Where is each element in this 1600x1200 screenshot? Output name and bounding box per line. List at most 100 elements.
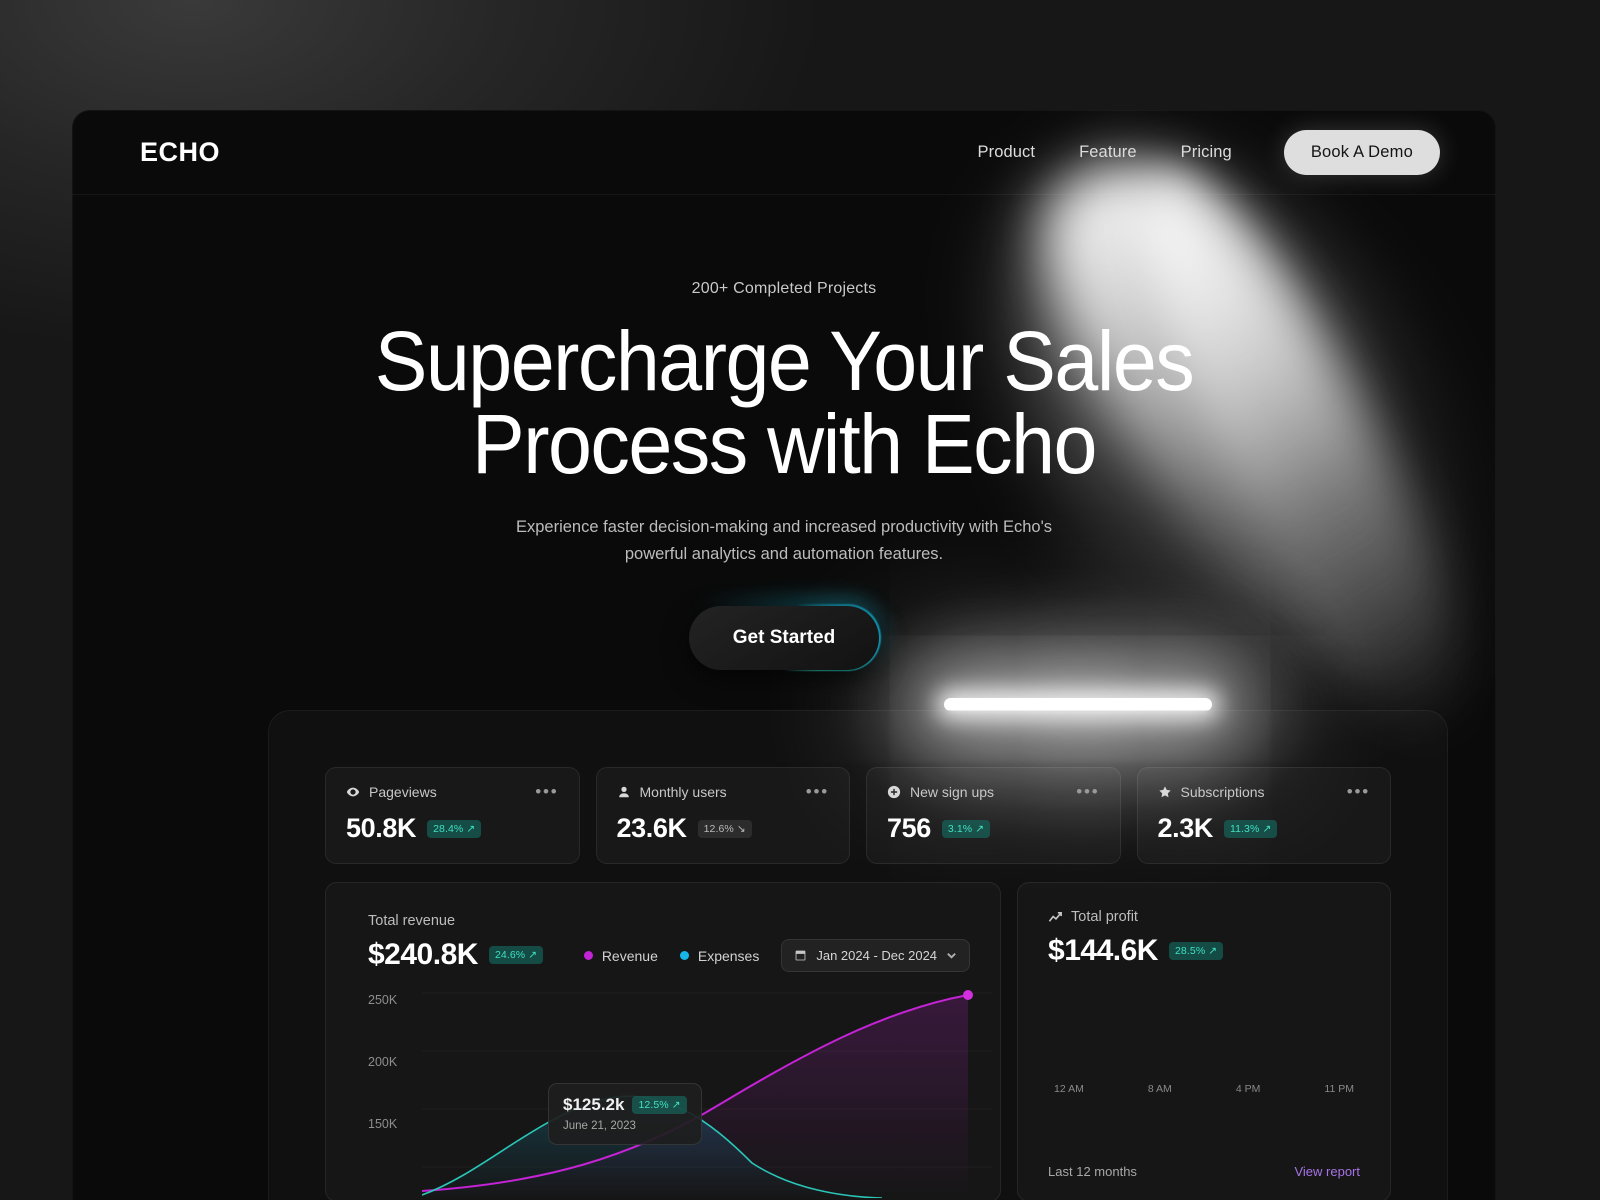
date-range-label: Jan 2024 - Dec 2024 bbox=[816, 948, 938, 963]
headline-line-1: Supercharge Your Sales bbox=[374, 314, 1195, 408]
tooltip-value: $125.2k bbox=[563, 1095, 625, 1114]
trend-down-arrow-icon: ↘ bbox=[736, 822, 746, 835]
dashboard-preview: Pageviews ••• 50.8K 28.4% ↗ Monthly user… bbox=[268, 710, 1448, 1200]
stat-label-text: Monthly users bbox=[639, 784, 727, 800]
revenue-delta-badge: 24.6% ↗ bbox=[488, 946, 544, 964]
tooltip-delta-value: 12.5% bbox=[638, 1099, 669, 1111]
revenue-delta-value: 24.6% bbox=[494, 949, 526, 961]
revenue-legend: Revenue Expenses Jan 2024 - Dec 2024 bbox=[583, 939, 971, 972]
line-chart-icon bbox=[1048, 911, 1062, 922]
trend-up-arrow-icon: ↗ bbox=[1262, 822, 1272, 835]
tooltip-value-row: $125.2k 12.5% ↗ bbox=[563, 1095, 687, 1115]
stat-card-header: Pageviews ••• bbox=[346, 783, 559, 800]
stat-card-monthly-users[interactable]: Monthly users ••• 23.6K 12.6% ↘ bbox=[595, 767, 850, 864]
stat-value-row: 50.8K 28.4% ↗ bbox=[346, 813, 559, 844]
view-report-link[interactable]: View report bbox=[1294, 1164, 1360, 1179]
profit-bar-chart bbox=[1048, 990, 1360, 1074]
legend-dot-revenue bbox=[583, 951, 593, 960]
hero-section: 200+ Completed Projects Supercharge Your… bbox=[72, 194, 1496, 670]
stat-delta-badge: 12.6% ↘ bbox=[697, 819, 752, 838]
stat-delta-value: 28.4% bbox=[433, 822, 464, 835]
hero-cta-wrap: Get Started bbox=[72, 605, 1496, 670]
nav-link-product[interactable]: Product bbox=[978, 143, 1036, 162]
x-axis-tick: 11 PM bbox=[1324, 1083, 1354, 1095]
stat-menu-button[interactable]: ••• bbox=[1076, 783, 1099, 800]
top-navbar: ECHO Product Feature Pricing Book A Demo bbox=[72, 110, 1496, 194]
revenue-panel-header: Total revenue $240.8K 24.6% ↗ Revenue Ex… bbox=[368, 913, 971, 972]
navbar-divider bbox=[72, 194, 1496, 195]
stat-delta-value: 11.3% bbox=[1229, 822, 1260, 835]
stat-card-pageviews[interactable]: Pageviews ••• 50.8K 28.4% ↗ bbox=[325, 767, 580, 864]
profit-total-value: $144.6K bbox=[1048, 934, 1158, 967]
chevron-down-icon bbox=[947, 953, 956, 959]
stat-delta-badge: 11.3% ↗ bbox=[1223, 819, 1278, 838]
legend-label-expenses: Expenses bbox=[697, 947, 760, 964]
stat-card-subscriptions[interactable]: Subscriptions ••• 2.3K 11.3% ↗ bbox=[1136, 767, 1391, 864]
stat-value: 756 bbox=[887, 813, 931, 843]
nav-link-pricing[interactable]: Pricing bbox=[1181, 143, 1232, 162]
tooltip-date: June 21, 2023 bbox=[563, 1120, 636, 1132]
stat-value: 23.6K bbox=[616, 813, 687, 843]
nav-links: Product Feature Pricing Book A Demo bbox=[978, 129, 1440, 175]
x-axis-tick: 8 AM bbox=[1147, 1083, 1172, 1095]
profit-delta-value: 28.5% bbox=[1174, 945, 1206, 957]
stat-menu-button[interactable]: ••• bbox=[1347, 783, 1370, 800]
calendar-icon bbox=[795, 950, 806, 961]
y-axis-tick: 150K bbox=[368, 1117, 398, 1131]
stat-value: 50.8K bbox=[346, 813, 417, 843]
stat-card-header: Monthly users ••• bbox=[617, 783, 830, 800]
legend-dot-expenses bbox=[679, 951, 689, 960]
hero-headline: Supercharge Your Sales Process with Echo bbox=[115, 319, 1454, 492]
profit-x-axis: 12 AM 8 AM 4 PM 11 PM bbox=[1048, 1083, 1360, 1095]
screenshot-root: ECHO Product Feature Pricing Book A Demo… bbox=[0, 0, 1600, 1200]
revenue-value-row: $240.8K 24.6% ↗ bbox=[368, 938, 544, 972]
stat-label-wrap: Pageviews bbox=[346, 784, 437, 800]
stat-card-new-sign-ups[interactable]: New sign ups ••• 756 3.1% ↗ bbox=[866, 767, 1121, 864]
total-revenue-panel: Total revenue $240.8K 24.6% ↗ Revenue Ex… bbox=[325, 882, 1002, 1200]
legend-item-revenue: Revenue bbox=[583, 948, 658, 964]
chart-tooltip: $125.2k 12.5% ↗ June 21, 2023 bbox=[548, 1083, 702, 1145]
plus-circle-icon bbox=[887, 785, 901, 799]
stat-label-wrap: Monthly users bbox=[617, 784, 727, 800]
profit-panel-title: Total profit bbox=[1071, 909, 1138, 925]
trend-up-arrow-icon: ↗ bbox=[1208, 945, 1218, 957]
stat-label-text: Pageviews bbox=[369, 784, 437, 800]
stat-value-row: 2.3K 11.3% ↗ bbox=[1158, 813, 1371, 844]
eye-icon bbox=[346, 787, 360, 797]
trend-up-arrow-icon: ↗ bbox=[466, 822, 476, 835]
profit-delta-badge: 28.5% ↗ bbox=[1168, 942, 1224, 960]
stat-label-wrap: New sign ups bbox=[887, 784, 994, 800]
x-axis-tick: 4 PM bbox=[1235, 1083, 1261, 1095]
trend-up-arrow-icon: ↗ bbox=[975, 822, 985, 835]
stat-delta-value: 3.1% bbox=[947, 822, 973, 835]
stat-label-text: Subscriptions bbox=[1180, 784, 1265, 800]
stat-menu-button[interactable]: ••• bbox=[806, 783, 829, 800]
profit-value-row: $144.6K 28.5% ↗ bbox=[1048, 934, 1360, 968]
trend-up-arrow-icon: ↗ bbox=[671, 1099, 681, 1111]
stat-value-row: 23.6K 12.6% ↘ bbox=[617, 813, 830, 844]
stat-menu-button[interactable]: ••• bbox=[535, 783, 558, 800]
revenue-total-value: $240.8K bbox=[368, 938, 478, 971]
date-range-selector[interactable]: Jan 2024 - Dec 2024 bbox=[781, 939, 971, 972]
landing-page: ECHO Product Feature Pricing Book A Demo… bbox=[72, 110, 1496, 1200]
brand-logo[interactable]: ECHO bbox=[140, 137, 220, 168]
get-started-button[interactable]: Get Started bbox=[688, 605, 880, 670]
revenue-heading-block: Total revenue $240.8K 24.6% ↗ bbox=[368, 913, 544, 972]
y-axis-tick: 200K bbox=[368, 1055, 398, 1069]
total-profit-panel: Total profit $144.6K 28.5% ↗ 12 AM 8 AM … bbox=[1017, 882, 1391, 1200]
stat-label-wrap: Subscriptions bbox=[1158, 784, 1265, 800]
book-a-demo-button[interactable]: Book A Demo bbox=[1283, 129, 1440, 175]
stat-delta-badge: 28.4% ↗ bbox=[427, 819, 482, 838]
revenue-y-axis: 250K 200K 150K bbox=[368, 993, 397, 1179]
nav-link-feature[interactable]: Feature bbox=[1079, 143, 1137, 162]
headline-line-2: Process with Echo bbox=[472, 397, 1097, 492]
stat-delta-value: 12.6% bbox=[703, 822, 734, 835]
profit-title-row: Total profit bbox=[1048, 909, 1360, 925]
chart-panel-row: Total revenue $240.8K 24.6% ↗ Revenue Ex… bbox=[325, 882, 1391, 1200]
trend-up-arrow-icon: ↗ bbox=[528, 949, 538, 961]
hero-subtitle: Experience faster decision-making and in… bbox=[515, 518, 1052, 564]
stat-label-text: New sign ups bbox=[910, 784, 995, 800]
stat-card-row: Pageviews ••• 50.8K 28.4% ↗ Monthly user… bbox=[325, 767, 1391, 864]
star-icon bbox=[1158, 786, 1171, 798]
revenue-line-chart bbox=[422, 990, 973, 1198]
